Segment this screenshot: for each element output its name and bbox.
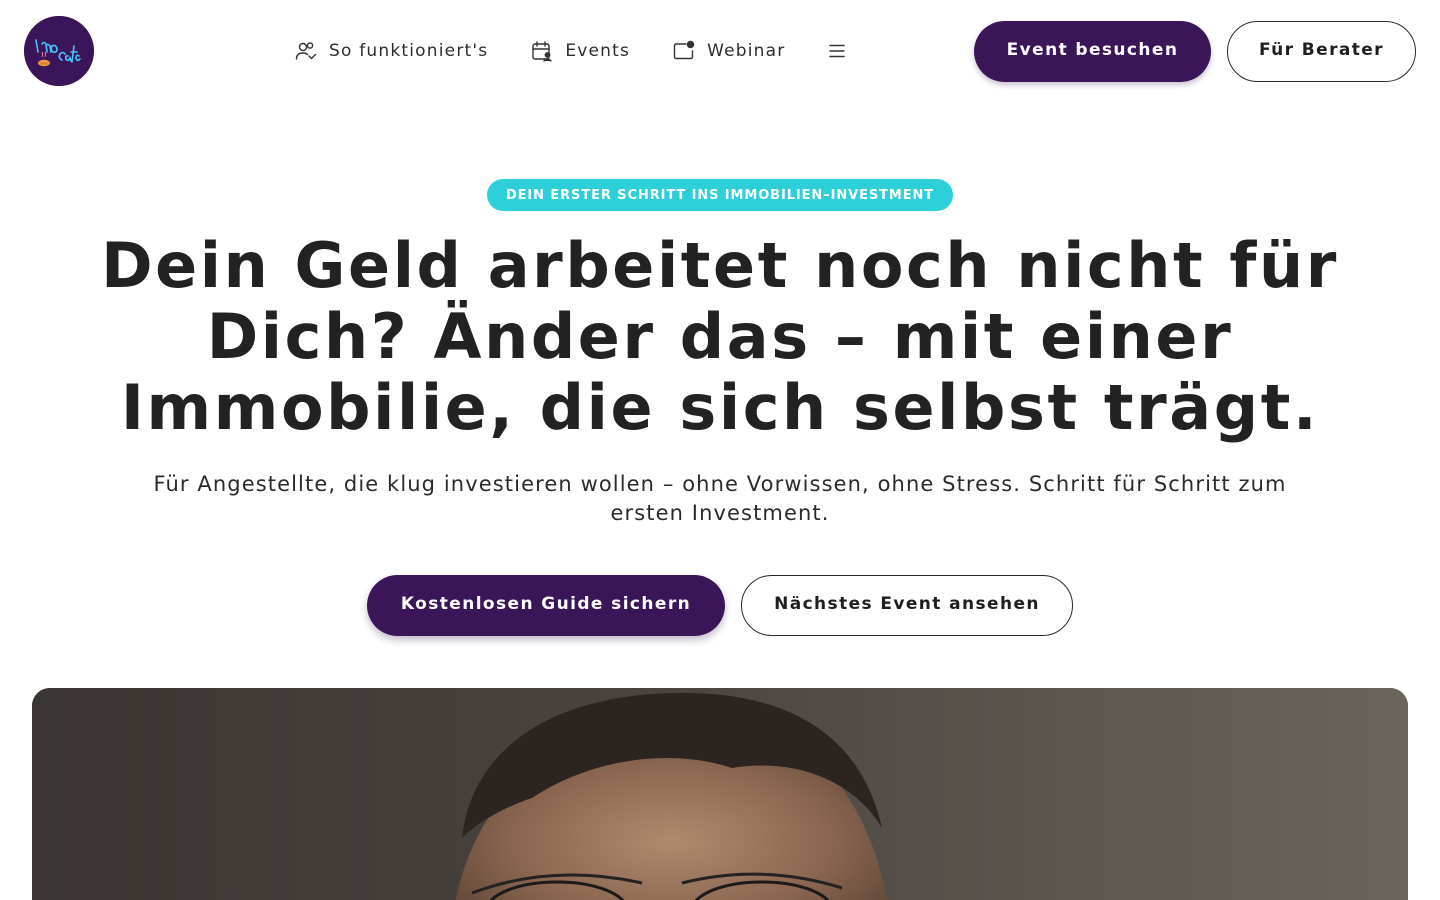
hero-video[interactable] <box>32 688 1408 900</box>
nav-item-events[interactable]: Events <box>530 36 630 66</box>
calendar-user-icon <box>530 39 554 63</box>
visit-event-button[interactable]: Event besuchen <box>974 21 1211 82</box>
for-advisors-button[interactable]: Für Berater <box>1227 21 1416 82</box>
users-icon <box>294 39 318 63</box>
nav-label: Webinar <box>707 41 786 61</box>
video-screen-icon <box>672 39 696 63</box>
free-guide-button[interactable]: Kostenlosen Guide sichern <box>367 575 725 636</box>
nav-label: So funktioniert's <box>329 41 489 61</box>
hero-badge: DEIN ERSTER SCHRITT INS IMMOBILIEN–INVES… <box>487 179 953 211</box>
nav-item-how-it-works[interactable]: So funktioniert's <box>294 36 488 66</box>
nav-item-webinar[interactable]: Webinar <box>672 36 785 66</box>
hero-headline: Dein Geld arbeitet noch nicht für Dich? … <box>101 229 1339 444</box>
main-nav: So funktioniert's Events Webinar <box>294 36 849 66</box>
nav-label: Events <box>565 41 631 61</box>
hero-subline: Für Angestellte, die klug investieren wo… <box>153 472 1287 525</box>
cta-row: Kostenlosen Guide sichern Nächstes Event… <box>0 575 1440 636</box>
logo-graphic <box>24 16 94 86</box>
site-header: So funktioniert's Events Webinar Event b… <box>0 0 1440 102</box>
hamburger-menu-icon[interactable] <box>827 39 849 63</box>
hero-video-frame <box>32 688 1408 900</box>
immocafe-logo[interactable] <box>24 16 94 86</box>
next-event-button[interactable]: Nächstes Event ansehen <box>741 575 1073 636</box>
